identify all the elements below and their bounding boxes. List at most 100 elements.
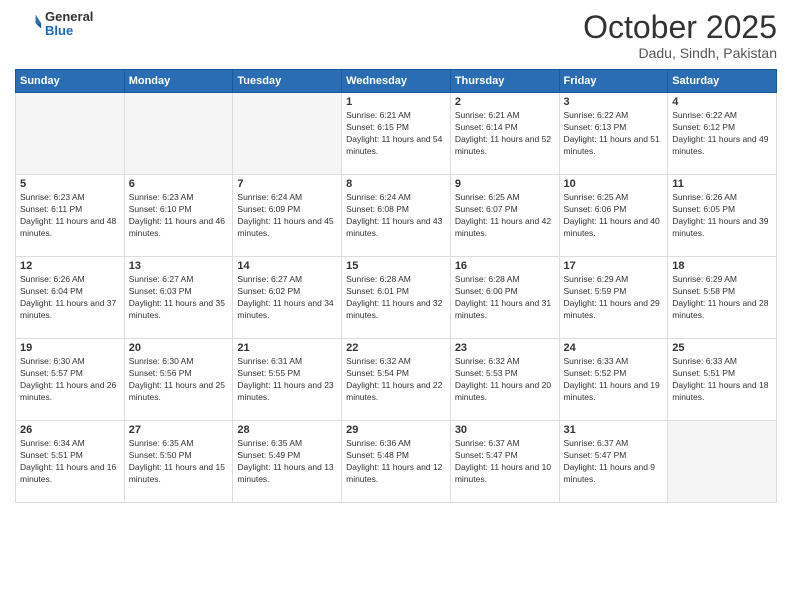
weekday-header: Tuesday [233,70,342,93]
day-number: 10 [564,178,664,190]
day-number: 31 [564,424,664,436]
calendar-cell: 31 Sunrise: 6:37 AM Sunset: 5:47 PM Dayli… [559,421,668,503]
day-number: 13 [129,260,229,272]
day-number: 9 [455,178,555,190]
title-block: October 2025 Dadu, Sindh, Pakistan [583,10,777,61]
calendar-cell [16,93,125,175]
day-number: 1 [346,96,446,108]
day-info: Sunrise: 6:28 AM Sunset: 6:00 PM Dayligh… [455,274,555,322]
calendar-cell: 3 Sunrise: 6:22 AM Sunset: 6:13 PM Daylig… [559,93,668,175]
day-info: Sunrise: 6:22 AM Sunset: 6:13 PM Dayligh… [564,110,664,158]
day-number: 14 [237,260,337,272]
header: General Blue October 2025 Dadu, Sindh, P… [15,10,777,61]
day-number: 2 [455,96,555,108]
day-info: Sunrise: 6:36 AM Sunset: 5:48 PM Dayligh… [346,438,446,486]
main-title: October 2025 [583,10,777,45]
day-info: Sunrise: 6:32 AM Sunset: 5:54 PM Dayligh… [346,356,446,404]
day-number: 30 [455,424,555,436]
calendar-cell: 5 Sunrise: 6:23 AM Sunset: 6:11 PM Daylig… [16,175,125,257]
day-number: 6 [129,178,229,190]
calendar-header-row: SundayMondayTuesdayWednesdayThursdayFrid… [16,70,777,93]
calendar-cell [124,93,233,175]
calendar-table: SundayMondayTuesdayWednesdayThursdayFrid… [15,69,777,503]
calendar-cell: 21Sunrise: 6:31 AM Sunset: 5:55 PM Dayli… [233,339,342,421]
calendar-cell: 9 Sunrise: 6:25 AM Sunset: 6:07 PM Daylig… [450,175,559,257]
day-info: Sunrise: 6:25 AM Sunset: 6:06 PM Dayligh… [564,192,664,240]
calendar-cell: 19 Sunrise: 6:30 AM Sunset: 5:57 PM Dayli… [16,339,125,421]
day-info: Sunrise: 6:27 AM Sunset: 6:03 PM Dayligh… [129,274,229,322]
day-number: 17 [564,260,664,272]
calendar-cell: 6 Sunrise: 6:23 AM Sunset: 6:10 PM Daylig… [124,175,233,257]
logo-general-text: General [45,10,93,24]
weekday-header: Monday [124,70,233,93]
logo-blue-text: Blue [45,24,93,38]
calendar-cell: 17 Sunrise: 6:29 AM Sunset: 5:59 PM Dayli… [559,257,668,339]
day-number: 12 [20,260,120,272]
day-info: Sunrise: 6:24 AM Sunset: 6:08 PM Dayligh… [346,192,446,240]
calendar-cell: 4 Sunrise: 6:22 AM Sunset: 6:12 PM Daylig… [668,93,777,175]
calendar-week-row: 19 Sunrise: 6:30 AM Sunset: 5:57 PM Dayli… [16,339,777,421]
calendar-cell: 29 Sunrise: 6:36 AM Sunset: 5:48 PM Dayli… [342,421,451,503]
day-info: Sunrise: 6:33 AM Sunset: 5:51 PM Dayligh… [672,356,772,404]
day-info: Sunrise: 6:25 AM Sunset: 6:07 PM Dayligh… [455,192,555,240]
calendar-cell: 18Sunrise: 6:29 AM Sunset: 5:58 PM Dayli… [668,257,777,339]
day-number: 15 [346,260,446,272]
day-info: Sunrise: 6:28 AM Sunset: 6:01 PM Dayligh… [346,274,446,322]
day-info: Sunrise: 6:23 AM Sunset: 6:11 PM Dayligh… [20,192,120,240]
calendar-cell: 26Sunrise: 6:34 AM Sunset: 5:51 PM Dayli… [16,421,125,503]
logo-text: General Blue [45,10,93,39]
calendar-cell: 15 Sunrise: 6:28 AM Sunset: 6:01 PM Dayli… [342,257,451,339]
weekday-header: Thursday [450,70,559,93]
day-number: 23 [455,342,555,354]
day-info: Sunrise: 6:26 AM Sunset: 6:05 PM Dayligh… [672,192,772,240]
day-info: Sunrise: 6:23 AM Sunset: 6:10 PM Dayligh… [129,192,229,240]
day-number: 20 [129,342,229,354]
day-info: Sunrise: 6:35 AM Sunset: 5:50 PM Dayligh… [129,438,229,486]
calendar-cell: 27 Sunrise: 6:35 AM Sunset: 5:50 PM Dayli… [124,421,233,503]
logo-icon [15,10,43,38]
day-info: Sunrise: 6:27 AM Sunset: 6:02 PM Dayligh… [237,274,337,322]
day-number: 27 [129,424,229,436]
day-number: 26 [20,424,120,436]
subtitle: Dadu, Sindh, Pakistan [583,45,777,61]
day-number: 19 [20,342,120,354]
day-info: Sunrise: 6:22 AM Sunset: 6:12 PM Dayligh… [672,110,772,158]
day-info: Sunrise: 6:21 AM Sunset: 6:15 PM Dayligh… [346,110,446,158]
calendar-cell: 28Sunrise: 6:35 AM Sunset: 5:49 PM Dayli… [233,421,342,503]
calendar-week-row: 1 Sunrise: 6:21 AM Sunset: 6:15 PM Daylig… [16,93,777,175]
day-info: Sunrise: 6:29 AM Sunset: 5:58 PM Dayligh… [672,274,772,322]
calendar-cell: 23 Sunrise: 6:32 AM Sunset: 5:53 PM Dayli… [450,339,559,421]
weekday-header: Friday [559,70,668,93]
day-number: 11 [672,178,772,190]
calendar-cell: 8Sunrise: 6:24 AM Sunset: 6:08 PM Daylig… [342,175,451,257]
calendar-week-row: 5 Sunrise: 6:23 AM Sunset: 6:11 PM Daylig… [16,175,777,257]
day-info: Sunrise: 6:29 AM Sunset: 5:59 PM Dayligh… [564,274,664,322]
weekday-header: Sunday [16,70,125,93]
calendar-week-row: 26Sunrise: 6:34 AM Sunset: 5:51 PM Dayli… [16,421,777,503]
day-number: 24 [564,342,664,354]
day-info: Sunrise: 6:37 AM Sunset: 5:47 PM Dayligh… [455,438,555,486]
day-number: 4 [672,96,772,108]
day-number: 25 [672,342,772,354]
day-number: 22 [346,342,446,354]
calendar-cell: 11 Sunrise: 6:26 AM Sunset: 6:05 PM Dayli… [668,175,777,257]
day-info: Sunrise: 6:37 AM Sunset: 5:47 PM Dayligh… [564,438,664,486]
day-info: Sunrise: 6:31 AM Sunset: 5:55 PM Dayligh… [237,356,337,404]
day-info: Sunrise: 6:35 AM Sunset: 5:49 PM Dayligh… [237,438,337,486]
calendar-week-row: 12Sunrise: 6:26 AM Sunset: 6:04 PM Dayli… [16,257,777,339]
day-number: 3 [564,96,664,108]
calendar-cell: 16 Sunrise: 6:28 AM Sunset: 6:00 PM Dayli… [450,257,559,339]
day-number: 5 [20,178,120,190]
day-info: Sunrise: 6:32 AM Sunset: 5:53 PM Dayligh… [455,356,555,404]
calendar-cell: 12Sunrise: 6:26 AM Sunset: 6:04 PM Dayli… [16,257,125,339]
day-number: 16 [455,260,555,272]
page-container: General Blue October 2025 Dadu, Sindh, P… [0,0,792,612]
calendar-cell: 1 Sunrise: 6:21 AM Sunset: 6:15 PM Daylig… [342,93,451,175]
day-number: 29 [346,424,446,436]
calendar-cell: 24Sunrise: 6:33 AM Sunset: 5:52 PM Dayli… [559,339,668,421]
weekday-header: Wednesday [342,70,451,93]
day-info: Sunrise: 6:30 AM Sunset: 5:57 PM Dayligh… [20,356,120,404]
calendar-cell: 14 Sunrise: 6:27 AM Sunset: 6:02 PM Dayli… [233,257,342,339]
calendar-cell [668,421,777,503]
day-info: Sunrise: 6:24 AM Sunset: 6:09 PM Dayligh… [237,192,337,240]
